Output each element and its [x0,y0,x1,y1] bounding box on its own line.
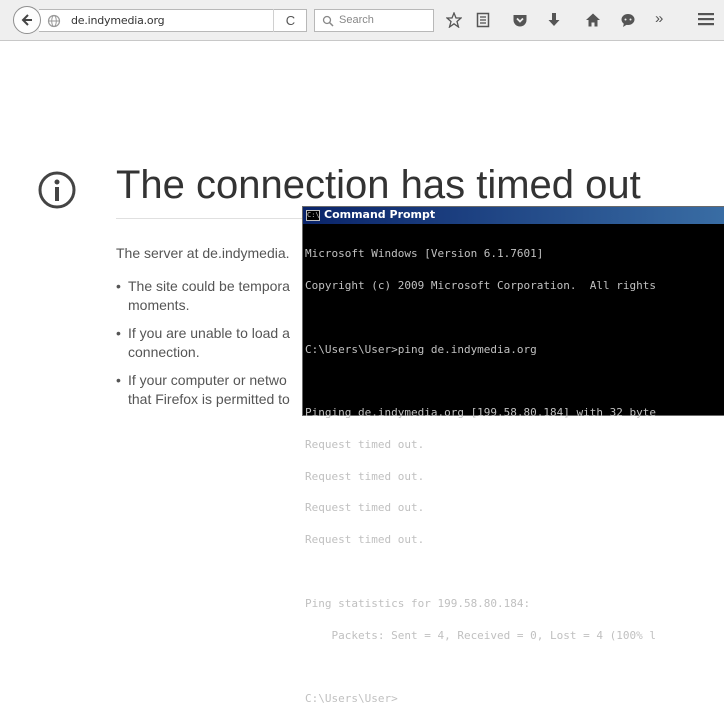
suggestion-text: The site could be tempora [128,278,290,294]
suggestion-list: • The site could be tempora moments. • I… [116,277,316,418]
console-line: Request timed out. [305,501,425,515]
console-line: C:\Users\User>ping de.indymedia.org [305,342,537,356]
console-line: Packets: Sent = 4, Received = 0, Lost = … [305,628,656,642]
download-icon[interactable] [547,12,561,33]
reload-button[interactable]: C [273,9,307,32]
search-icon [322,14,334,32]
bullet-icon: • [116,325,121,341]
info-icon [37,170,77,215]
hello-chat-icon[interactable] [620,12,636,33]
command-prompt-window[interactable]: C:\ Command Prompt Microsoft Windows [Ve… [302,206,724,704]
bookmark-star-icon[interactable] [445,11,463,33]
console-line: Ping statistics for 199.58.80.184: [305,596,531,610]
console-line: Request timed out. [305,469,425,483]
console-line: Microsoft Windows [Version 6.1.7601] [305,247,544,261]
console-prompt-line[interactable]: C:\Users\User> [305,693,656,705]
globe-icon [47,14,61,33]
bullet-icon: • [116,372,121,388]
bullet-icon: • [116,278,121,294]
suggestion-item: • If your computer or netwo that Firefox… [116,371,316,409]
error-title: The connection has timed out [116,163,641,207]
suggestion-item: • If you are unable to load a connection… [116,324,316,362]
overflow-chevron-icon[interactable]: » [655,10,663,27]
suggestion-item: • The site could be tempora moments. [116,277,316,315]
pocket-icon[interactable] [512,12,528,33]
browser-toolbar: de.indymedia.org C Search » [0,0,724,41]
back-button[interactable] [13,6,41,34]
cmd-window-title: Command Prompt [324,208,436,221]
url-text[interactable]: de.indymedia.org [71,14,165,27]
hamburger-menu-icon[interactable] [698,12,714,31]
suggestion-text: connection. [128,344,200,360]
suggestion-text: that Firefox is permitted to [128,391,290,407]
cmd-console-output[interactable]: Microsoft Windows [Version 6.1.7601] Cop… [305,228,656,726]
url-bar[interactable]: de.indymedia.org [39,9,307,32]
cmd-app-icon: C:\ [306,210,320,221]
cmd-titlebar[interactable]: C:\ Command Prompt [303,207,724,224]
suggestion-text: If you are unable to load a [128,325,290,341]
error-description: The server at de.indymedia. [116,245,290,261]
search-box[interactable]: Search [314,9,434,32]
back-arrow-icon [21,14,32,26]
reading-list-icon[interactable] [476,12,490,33]
suggestion-text: If your computer or netwo [128,372,287,388]
reload-icon: C [285,13,296,28]
suggestion-text: moments. [128,297,190,313]
home-icon[interactable] [585,12,601,33]
console-line: Copyright (c) 2009 Microsoft Corporation… [305,278,656,292]
console-line: Request timed out. [305,533,425,547]
console-line: Request timed out. [305,437,425,451]
search-placeholder: Search [339,14,374,26]
